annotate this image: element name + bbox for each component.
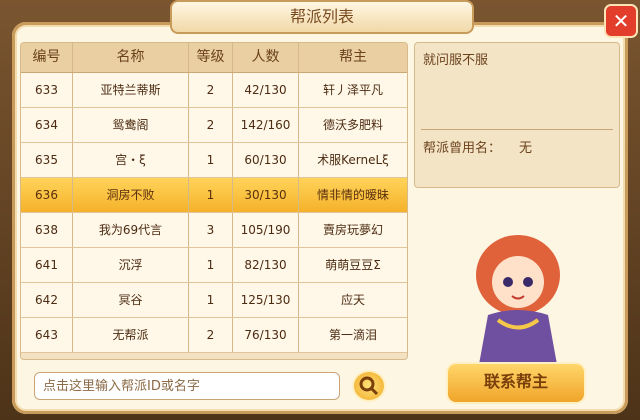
- cell-level: 3: [189, 213, 233, 247]
- cell-name: 冥谷: [73, 283, 189, 317]
- cell-leader: 情非情的暧昧: [316, 188, 389, 202]
- cell-name: 沉浮: [73, 248, 189, 282]
- cell-id: 642: [21, 283, 73, 317]
- cell-leader: 賣房玩夢幻: [322, 223, 383, 237]
- close-icon: ✕: [612, 9, 630, 33]
- cell-level: 1: [189, 143, 233, 177]
- divider: [421, 129, 613, 130]
- cell-leader: 术服KerneLξ: [317, 153, 389, 167]
- cell-name: 亚特兰蒂斯: [73, 73, 189, 107]
- cell-name: 洞房不败: [73, 178, 189, 212]
- cell-members: 30/130: [233, 178, 299, 212]
- table-row[interactable]: 643 无帮派 2 76/130 第一滴泪: [21, 318, 407, 353]
- cell-id: 633: [21, 73, 73, 107]
- cell-name: 鸳鸯阁: [73, 108, 189, 142]
- cell-name: 我为69代言: [73, 213, 189, 247]
- cell-members: 125/130: [233, 283, 299, 317]
- cell-name: 宫・ξ: [73, 143, 189, 177]
- search-input[interactable]: 点击这里输入帮派ID或名字: [34, 372, 340, 400]
- search-icon: [359, 376, 379, 396]
- cell-leader: 萌萌豆豆Σ: [325, 258, 381, 272]
- search-button[interactable]: [352, 370, 386, 402]
- header-id: 编号: [21, 43, 73, 72]
- cell-name: 无帮派: [73, 318, 189, 352]
- cell-leader: 轩丿泽平凡: [322, 83, 383, 97]
- cell-level: 1: [189, 248, 233, 282]
- header-name: 名称: [73, 43, 189, 72]
- window-title: 帮派列表: [170, 0, 474, 34]
- cell-id: 635: [21, 143, 73, 177]
- cell-leader: 应天: [340, 293, 365, 307]
- former-name-label: 帮派曾用名：: [423, 141, 502, 156]
- table-row[interactable]: 634 鸳鸯阁 2 142/160 德沃多肥料: [21, 108, 407, 143]
- table-row[interactable]: 642 冥谷 1 125/130 应天: [21, 283, 407, 318]
- cell-id: 638: [21, 213, 73, 247]
- cell-level: 1: [189, 178, 233, 212]
- header-level: 等级: [189, 43, 233, 72]
- npc-girl-portrait: [476, 235, 560, 370]
- table-row[interactable]: 633 亚特兰蒂斯 2 42/130 轩丿泽平凡: [21, 73, 407, 108]
- header-leader: 帮主: [339, 49, 367, 65]
- table-row[interactable]: 636 洞房不败 1 30/130 情非情的暧昧: [21, 178, 407, 213]
- table-row[interactable]: 638 我为69代言 3 105/190 賣房玩夢幻: [21, 213, 407, 248]
- former-name-value: 无: [519, 141, 533, 156]
- cell-id: 641: [21, 248, 73, 282]
- cell-members: 60/130: [233, 143, 299, 177]
- cell-id: 643: [21, 318, 73, 352]
- table-header: 编号 名称 等级 人数 帮主: [21, 43, 407, 73]
- cell-leader: 第一滴泪: [328, 328, 377, 342]
- cell-level: 2: [189, 73, 233, 107]
- contact-leader-button[interactable]: 联系帮主: [446, 362, 586, 404]
- cell-id: 634: [21, 108, 73, 142]
- cell-members: 142/160: [233, 108, 299, 142]
- cell-members: 42/130: [233, 73, 299, 107]
- guild-detail-box: 就问服不服 帮派曾用名： 无: [414, 42, 620, 188]
- cell-leader: 德沃多肥料: [322, 118, 383, 132]
- guild-declaration: 就问服不服: [423, 53, 489, 68]
- close-button[interactable]: ✕: [604, 4, 638, 38]
- table-row[interactable]: 641 沉浮 1 82/130 萌萌豆豆Σ: [21, 248, 407, 283]
- header-members: 人数: [233, 43, 299, 72]
- cell-level: 2: [189, 318, 233, 352]
- table-row[interactable]: 635 宫・ξ 1 60/130 术服KerneLξ: [21, 143, 407, 178]
- cell-level: 1: [189, 283, 233, 317]
- cell-id: 636: [21, 178, 73, 212]
- cell-members: 82/130: [233, 248, 299, 282]
- cell-members: 105/190: [233, 213, 299, 247]
- guild-table[interactable]: 编号 名称 等级 人数 帮主 633 亚特兰蒂斯 2 42/130 轩丿泽平凡 634 鸳鸯…: [20, 42, 408, 360]
- cell-members: 76/130: [233, 318, 299, 352]
- cell-level: 2: [189, 108, 233, 142]
